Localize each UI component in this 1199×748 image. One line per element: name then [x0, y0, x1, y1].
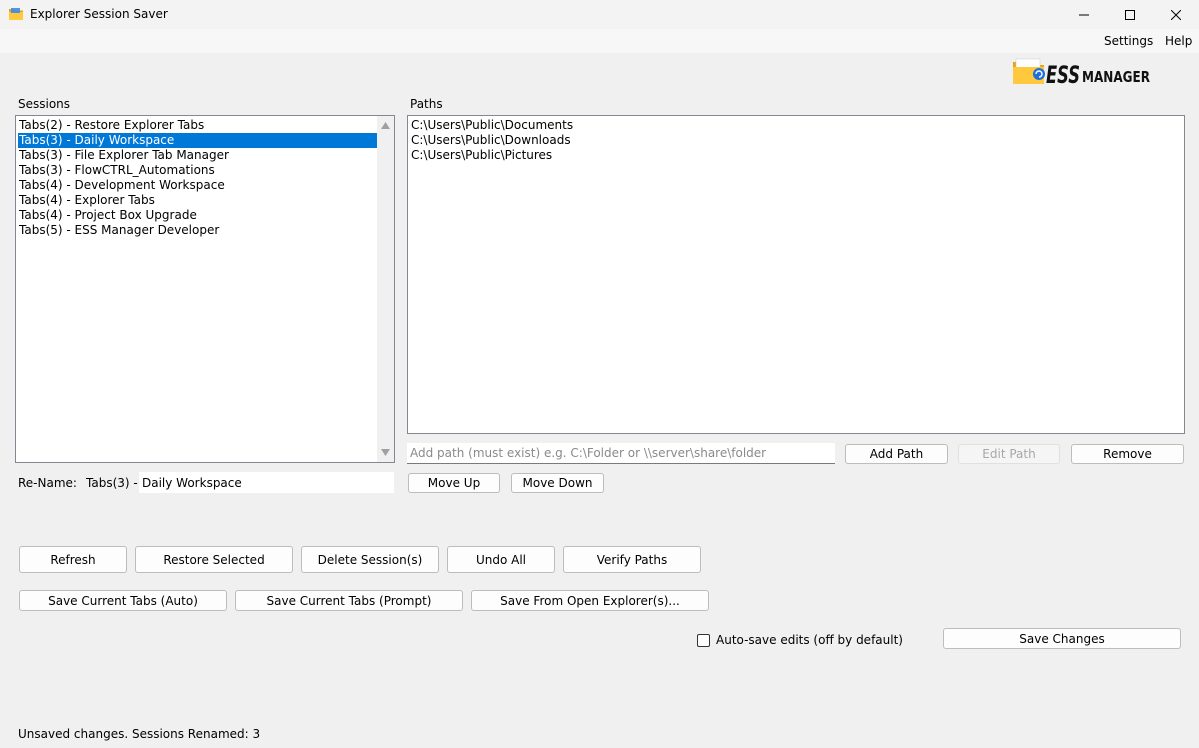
- session-item[interactable]: Tabs(4) - Development Workspace: [18, 178, 377, 193]
- session-item[interactable]: Tabs(3) - FlowCTRL_Automations: [18, 163, 377, 178]
- paths-label: Paths: [410, 97, 443, 111]
- ess-manager-logo: ESS MANAGER: [1012, 56, 1162, 89]
- session-item[interactable]: Tabs(2) - Restore Explorer Tabs: [18, 118, 377, 133]
- session-item[interactable]: Tabs(4) - Explorer Tabs: [18, 193, 377, 208]
- save-changes-button[interactable]: Save Changes: [943, 628, 1181, 649]
- restore-selected-button[interactable]: Restore Selected: [135, 546, 293, 573]
- minimize-button[interactable]: [1061, 0, 1107, 29]
- close-icon: [1171, 9, 1181, 20]
- logo-text-ess: ESS: [1046, 61, 1080, 86]
- scroll-down-icon[interactable]: [381, 449, 390, 456]
- add-path-input[interactable]: [407, 443, 835, 464]
- autosave-checkbox[interactable]: [697, 634, 710, 647]
- save-current-tabs-auto-button[interactable]: Save Current Tabs (Auto): [19, 590, 227, 611]
- path-item[interactable]: C:\Users\Public\Documents: [411, 118, 573, 133]
- save-from-open-explorers-button[interactable]: Save From Open Explorer(s)...: [471, 590, 709, 611]
- paths-list[interactable]: C:\Users\Public\Documents C:\Users\Publi…: [407, 115, 1185, 434]
- rename-input[interactable]: [139, 472, 394, 493]
- edit-path-button[interactable]: Edit Path: [958, 444, 1060, 464]
- rename-label: Re-Name:: [18, 476, 77, 490]
- menu-bar: [0, 29, 1199, 53]
- rename-prefix: Tabs(3) -: [86, 476, 138, 490]
- close-button[interactable]: [1153, 0, 1199, 29]
- delete-sessions-button[interactable]: Delete Session(s): [301, 546, 439, 573]
- refresh-button[interactable]: Refresh: [19, 546, 127, 573]
- folder-icon: [1013, 58, 1045, 84]
- folder-icon: [8, 6, 24, 22]
- sessions-scrollbar[interactable]: [377, 116, 394, 462]
- sessions-list[interactable]: Tabs(2) - Restore Explorer Tabs Tabs(3) …: [15, 115, 395, 463]
- session-item-selected[interactable]: Tabs(3) - Daily Workspace: [18, 133, 377, 148]
- autosave-label[interactable]: Auto-save edits (off by default): [716, 632, 903, 648]
- title-bar[interactable]: [0, 0, 1199, 29]
- save-current-tabs-prompt-button[interactable]: Save Current Tabs (Prompt): [235, 590, 463, 611]
- scroll-up-icon[interactable]: [381, 122, 390, 129]
- maximize-button[interactable]: [1107, 0, 1153, 29]
- session-item[interactable]: Tabs(3) - File Explorer Tab Manager: [18, 148, 377, 163]
- path-item[interactable]: C:\Users\Public\Pictures: [411, 148, 552, 163]
- remove-path-button[interactable]: Remove: [1071, 444, 1184, 464]
- sessions-label: Sessions: [18, 97, 71, 111]
- verify-paths-button[interactable]: Verify Paths: [563, 546, 701, 573]
- session-item[interactable]: Tabs(5) - ESS Manager Developer: [18, 223, 377, 238]
- session-item[interactable]: Tabs(4) - Project Box Upgrade: [18, 208, 377, 223]
- window-title: Explorer Session Saver: [30, 7, 168, 21]
- undo-all-button[interactable]: Undo All: [447, 546, 555, 573]
- status-text: Unsaved changes. Sessions Renamed: 3: [18, 727, 261, 741]
- move-up-button[interactable]: Move Up: [408, 473, 500, 493]
- add-path-button[interactable]: Add Path: [845, 444, 948, 464]
- path-item[interactable]: C:\Users\Public\Downloads: [411, 133, 571, 148]
- logo-text-manager: MANAGER: [1082, 68, 1150, 86]
- minimize-icon: [1079, 14, 1089, 15]
- menu-help[interactable]: Help: [1165, 33, 1192, 49]
- maximize-icon: [1125, 9, 1135, 20]
- menu-settings[interactable]: Settings: [1104, 33, 1153, 49]
- move-down-button[interactable]: Move Down: [511, 473, 604, 493]
